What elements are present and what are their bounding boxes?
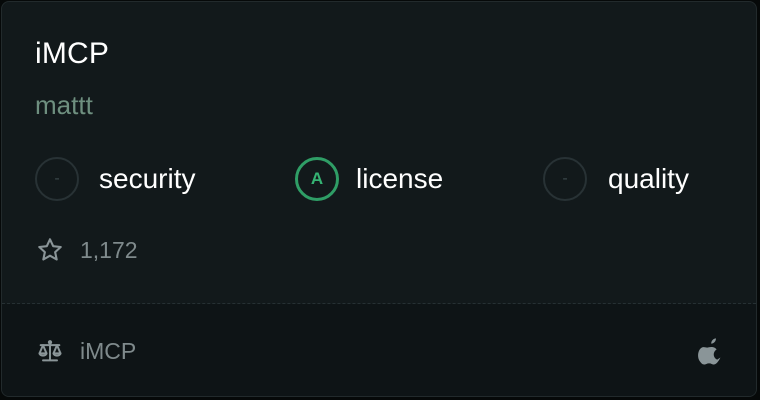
stars-count: 1,172	[80, 237, 138, 263]
security-grade-badge: -	[35, 157, 79, 201]
star-outline-icon	[38, 238, 62, 261]
platform-badge[interactable]	[698, 336, 726, 366]
license-name: iMCP	[80, 338, 137, 364]
quality-metric[interactable]: - quality	[543, 155, 689, 203]
quality-label: quality	[608, 163, 689, 194]
security-metric[interactable]: - security	[35, 155, 195, 203]
quality-grade-badge: -	[543, 157, 587, 201]
repo-title[interactable]: iMCP	[35, 35, 109, 73]
security-label: security	[99, 163, 196, 194]
repo-card[interactable]: iMCP mattt - security A license - qualit…	[1, 1, 757, 397]
license-metric[interactable]: A license	[295, 155, 443, 203]
license-grade-badge: A	[295, 157, 339, 201]
stars-count-group: 1,172	[36, 235, 138, 265]
scale-icon	[38, 340, 62, 362]
card-main: iMCP mattt - security A license - qualit…	[2, 2, 756, 303]
apple-icon	[698, 338, 721, 365]
repo-author[interactable]: mattt	[35, 89, 93, 121]
card-footer: iMCP	[2, 304, 756, 396]
license-info: iMCP	[36, 336, 136, 366]
license-label: license	[356, 163, 444, 194]
